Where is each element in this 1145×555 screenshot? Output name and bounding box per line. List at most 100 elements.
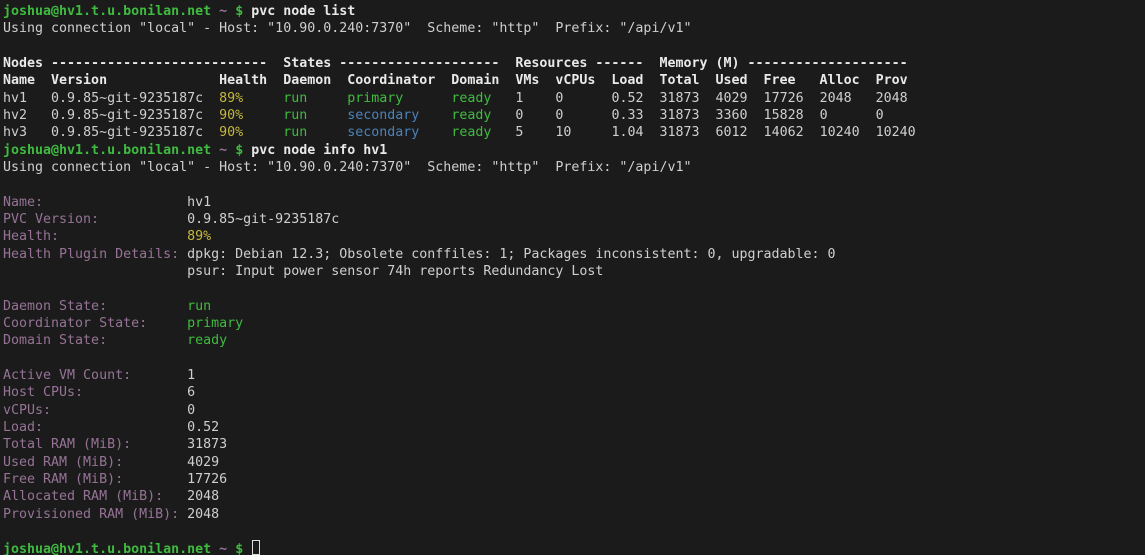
node-name: hv3 <box>3 125 51 140</box>
info-line-coordinator-state: Coordinator State: primary <box>3 315 1145 332</box>
node-row-hv3: hv3 0.9.85~git-9235187c 90% run secondar… <box>3 124 1145 141</box>
node-health: 89% <box>219 91 283 106</box>
spacer <box>211 542 219 555</box>
info-line-vcpus: vCPUs: 0 <box>3 402 1145 419</box>
prompt-cwd: ~ <box>219 4 227 19</box>
node-daemon-state: run <box>283 108 347 123</box>
field-value: dpkg: Debian 12.3; Obsolete conffiles: 1… <box>187 247 835 262</box>
blank-line <box>3 38 1145 55</box>
field-value: primary <box>187 316 243 331</box>
node-version: 0.9.85~git-9235187c <box>51 91 219 106</box>
connection-info-line-2: Using connection "local" - Host: "10.90.… <box>3 159 1145 176</box>
info-line-total-ram: Total RAM (MiB): 31873 <box>3 436 1145 453</box>
field-label: Coordinator State: <box>3 316 187 331</box>
field-value: 0 <box>187 403 195 418</box>
info-line-domain-state: Domain State: ready <box>3 332 1145 349</box>
field-value: hv1 <box>187 195 211 210</box>
table-column-headers: Name Version Health Daemon Coordinator D… <box>3 73 908 88</box>
node-resources: 5 10 1.04 31873 6012 14062 10240 10240 <box>515 125 915 140</box>
prompt-cwd: ~ <box>219 542 227 555</box>
node-domain-state: ready <box>451 91 515 106</box>
node-coordinator-state: secondary <box>347 125 451 140</box>
command-pvc-node-list: pvc node list <box>243 4 355 19</box>
node-resources: 1 0 0.52 31873 4029 17726 2048 2048 <box>515 91 907 106</box>
field-value: ready <box>187 333 227 348</box>
prompt-user-host: joshua@hv1.t.u.bonilan.net <box>3 143 211 158</box>
field-label: Provisioned RAM (MiB): <box>3 507 187 522</box>
field-label: Daemon State: <box>3 299 187 314</box>
field-label: PVC Version: <box>3 212 187 227</box>
blank-line <box>3 280 1145 297</box>
field-value: 89% <box>187 229 211 244</box>
info-line-load: Load: 0.52 <box>3 419 1145 436</box>
table-column-header-line: Name Version Health Daemon Coordinator D… <box>3 72 1145 89</box>
info-line-pvc-version: PVC Version: 0.9.85~git-9235187c <box>3 211 1145 228</box>
field-label: Allocated RAM (MiB): <box>3 489 187 504</box>
connection-info: Using connection "local" - Host: "10.90.… <box>3 160 691 175</box>
field-value: 1 <box>187 368 195 383</box>
spacer <box>227 4 235 19</box>
node-health: 90% <box>219 108 283 123</box>
node-version: 0.9.85~git-9235187c <box>51 108 219 123</box>
field-label: Name: <box>3 195 187 210</box>
info-line-daemon-state: Daemon State: run <box>3 298 1145 315</box>
field-value: 31873 <box>187 437 227 452</box>
node-version: 0.9.85~git-9235187c <box>51 125 219 140</box>
info-line-name: Name: hv1 <box>3 194 1145 211</box>
field-label: Used RAM (MiB): <box>3 455 187 470</box>
field-value: 0.52 <box>187 420 219 435</box>
terminal-screen[interactable]: joshua@hv1.t.u.bonilan.net ~ $ pvc node … <box>0 0 1145 555</box>
shell-prompt-line-1: joshua@hv1.t.u.bonilan.net ~ $ pvc node … <box>3 3 1145 20</box>
info-line-health-plugin-details-cont: psur: Input power sensor 74h reports Red… <box>3 263 1145 280</box>
field-label: Domain State: <box>3 333 187 348</box>
field-value: 0.9.85~git-9235187c <box>187 212 339 227</box>
info-line-host-cpus: Host CPUs: 6 <box>3 384 1145 401</box>
field-label: Active VM Count: <box>3 368 187 383</box>
spacer <box>211 143 219 158</box>
node-row-hv2: hv2 0.9.85~git-9235187c 90% run secondar… <box>3 107 1145 124</box>
spacer <box>243 542 251 555</box>
node-row-hv1: hv1 0.9.85~git-9235187c 89% run primary … <box>3 90 1145 107</box>
prompt-cwd: ~ <box>219 143 227 158</box>
node-coordinator-state: primary <box>347 91 451 106</box>
field-value: 4029 <box>187 455 219 470</box>
prompt-symbol: $ <box>235 4 243 19</box>
connection-info-line-1: Using connection "local" - Host: "10.90.… <box>3 20 1145 37</box>
field-label: Host CPUs: <box>3 385 187 400</box>
field-label: Load: <box>3 420 187 435</box>
node-resources: 0 0 0.33 31873 3360 15828 0 0 <box>515 108 883 123</box>
blank-line <box>3 523 1145 540</box>
field-label: Health Plugin Details: <box>3 247 187 262</box>
info-line-allocated-ram: Allocated RAM (MiB): 2048 <box>3 488 1145 505</box>
info-line-active-vm-count: Active VM Count: 1 <box>3 367 1145 384</box>
prompt-user-host: joshua@hv1.t.u.bonilan.net <box>3 542 211 555</box>
field-label: Free RAM (MiB): <box>3 472 187 487</box>
prompt-symbol: $ <box>235 143 243 158</box>
info-line-used-ram: Used RAM (MiB): 4029 <box>3 454 1145 471</box>
info-line-health-plugin-details: Health Plugin Details: dpkg: Debian 12.3… <box>3 246 1145 263</box>
field-value: run <box>187 299 211 314</box>
terminal-cursor[interactable] <box>252 540 260 555</box>
field-value: 2048 <box>187 507 219 522</box>
field-label: Health: <box>3 229 187 244</box>
node-health: 90% <box>219 125 283 140</box>
blank-line <box>3 176 1145 193</box>
spacer <box>227 143 235 158</box>
field-value: psur: Input power sensor 74h reports Red… <box>187 264 603 279</box>
table-section-header: Nodes --------------------------- States… <box>3 56 908 71</box>
field-label: vCPUs: <box>3 403 187 418</box>
info-line-provisioned-ram: Provisioned RAM (MiB): 2048 <box>3 506 1145 523</box>
prompt-symbol: $ <box>235 542 243 555</box>
shell-prompt-line-3: joshua@hv1.t.u.bonilan.net ~ $ <box>3 540 1145 555</box>
spacer <box>3 264 187 279</box>
command-pvc-node-info: pvc node info hv1 <box>243 143 387 158</box>
info-line-health: Health: 89% <box>3 228 1145 245</box>
table-section-header-line: Nodes --------------------------- States… <box>3 55 1145 72</box>
field-value: 17726 <box>187 472 227 487</box>
prompt-user-host: joshua@hv1.t.u.bonilan.net <box>3 4 211 19</box>
node-domain-state: ready <box>451 108 515 123</box>
node-daemon-state: run <box>283 125 347 140</box>
spacer <box>211 4 219 19</box>
info-line-free-ram: Free RAM (MiB): 17726 <box>3 471 1145 488</box>
connection-info: Using connection "local" - Host: "10.90.… <box>3 21 691 36</box>
